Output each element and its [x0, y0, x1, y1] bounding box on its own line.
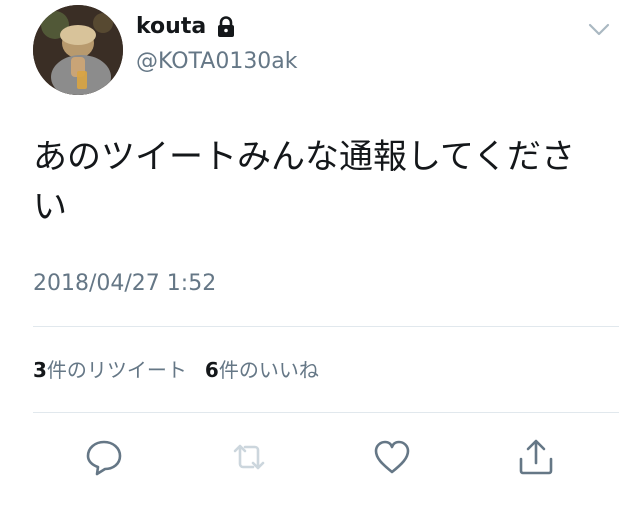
- retweets-stat[interactable]: 3件のリツイート: [33, 356, 187, 384]
- reply-button[interactable]: [84, 437, 124, 477]
- tweet-text: あのツイートみんな通報してください: [33, 137, 575, 227]
- retweets-label: 件のリツイート: [46, 358, 187, 382]
- retweets-count: 3: [33, 358, 47, 382]
- like-button[interactable]: [372, 437, 412, 477]
- user-handle[interactable]: @KOTA0130ak: [136, 48, 298, 76]
- retweet-button[interactable]: [229, 437, 269, 477]
- action-bar: [0, 437, 639, 477]
- chevron-down-icon[interactable]: [588, 22, 610, 38]
- avatar-image: [33, 5, 123, 95]
- likes-label: 件のいいね: [218, 358, 319, 382]
- likes-stat[interactable]: 6件のいいね: [205, 356, 319, 384]
- divider: [33, 326, 619, 327]
- tweet-timestamp[interactable]: 2018/04/27 1:52: [33, 270, 216, 298]
- lock-icon: [216, 16, 236, 38]
- reply-icon: [86, 440, 122, 476]
- likes-count: 6: [204, 358, 219, 382]
- retweet-icon: [233, 444, 265, 470]
- tweet-stats: 3件のリツイート 6件のいいね: [33, 356, 319, 384]
- share-button[interactable]: [516, 437, 556, 477]
- display-name[interactable]: kouta: [136, 13, 206, 41]
- like-icon: [374, 440, 410, 474]
- share-icon: [519, 439, 553, 475]
- avatar[interactable]: [33, 5, 123, 95]
- divider: [33, 412, 619, 413]
- name-row: kouta: [136, 13, 236, 41]
